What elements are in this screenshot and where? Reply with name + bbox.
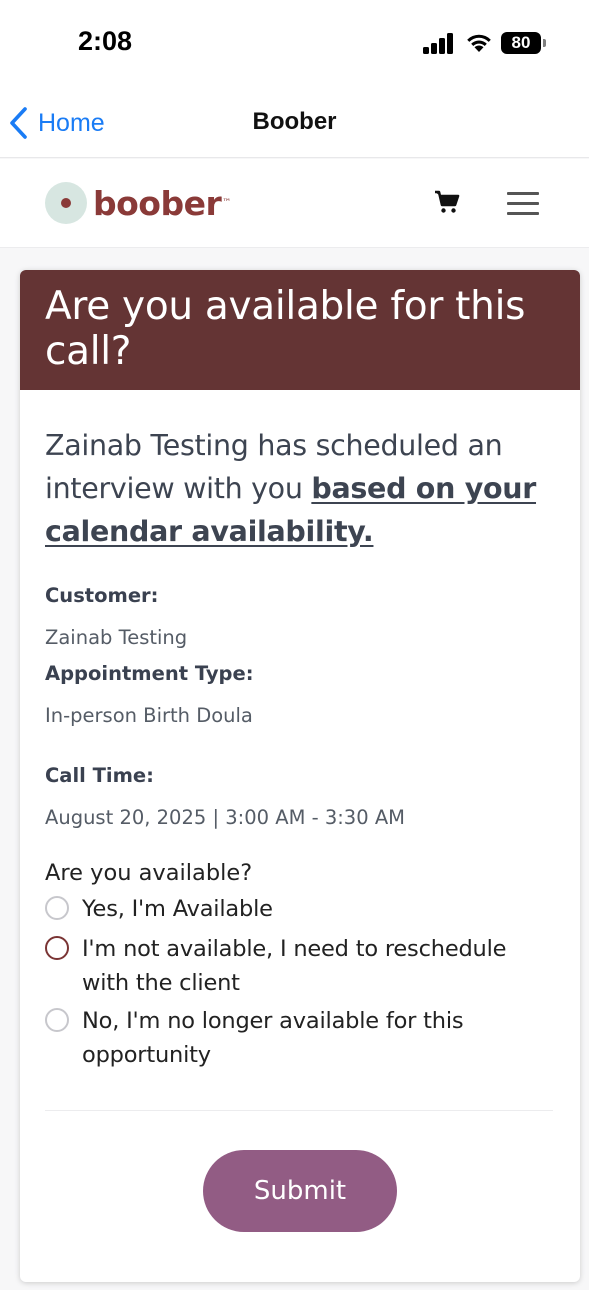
call-time-label: Call Time:	[45, 764, 154, 787]
nav-title: Boober	[252, 108, 337, 135]
logo-mark-icon	[45, 182, 87, 224]
option-reschedule[interactable]: I'm not available, I need to reschedule …	[45, 932, 545, 1000]
divider	[45, 1110, 553, 1111]
battery-icon: 80	[501, 32, 541, 54]
cart-icon[interactable]	[434, 190, 460, 214]
option-available[interactable]: Yes, I'm Available	[45, 892, 545, 926]
submit-button[interactable]: Submit	[203, 1150, 397, 1232]
status-bar: 2:08 80	[0, 0, 589, 86]
intro-text: Zainab Testing has scheduled an intervie…	[45, 424, 556, 553]
option-label: I'm not available, I need to reschedule …	[82, 936, 507, 996]
wifi-icon	[467, 34, 491, 52]
logo[interactable]: boober ™	[45, 181, 231, 225]
option-no-longer-available[interactable]: No, I'm no longer available for this opp…	[45, 1004, 545, 1072]
card-header: Are you available for this call?	[20, 270, 580, 390]
availability-card: Are you available for this call? Zainab …	[20, 270, 580, 1282]
appointment-type-value: In-person Birth Doula	[45, 704, 253, 727]
availability-question: Are you available?	[45, 860, 253, 886]
call-time-value: August 20, 2025 | 3:00 AM - 3:30 AM	[45, 806, 405, 829]
card-title: Are you available for this call?	[45, 284, 526, 374]
site-header: boober ™	[0, 159, 589, 248]
hamburger-menu-icon[interactable]	[507, 190, 539, 216]
radio-button[interactable]	[45, 1008, 69, 1032]
nav-bar: Home Boober	[0, 86, 589, 158]
logo-trademark: ™	[222, 198, 232, 208]
status-icons: 80	[423, 30, 553, 56]
radio-button[interactable]	[45, 896, 69, 920]
battery-cap	[543, 39, 546, 47]
status-time: 2:08	[78, 26, 133, 56]
appointment-type-label: Appointment Type:	[45, 662, 254, 685]
customer-label: Customer:	[45, 584, 159, 607]
customer-value: Zainab Testing	[45, 626, 188, 649]
radio-button[interactable]	[45, 936, 69, 960]
option-label: Yes, I'm Available	[82, 896, 273, 922]
card-body: Zainab Testing has scheduled an intervie…	[20, 390, 580, 553]
signal-icon	[423, 32, 457, 54]
option-label: No, I'm no longer available for this opp…	[82, 1008, 464, 1068]
logo-text: boober	[93, 183, 222, 223]
